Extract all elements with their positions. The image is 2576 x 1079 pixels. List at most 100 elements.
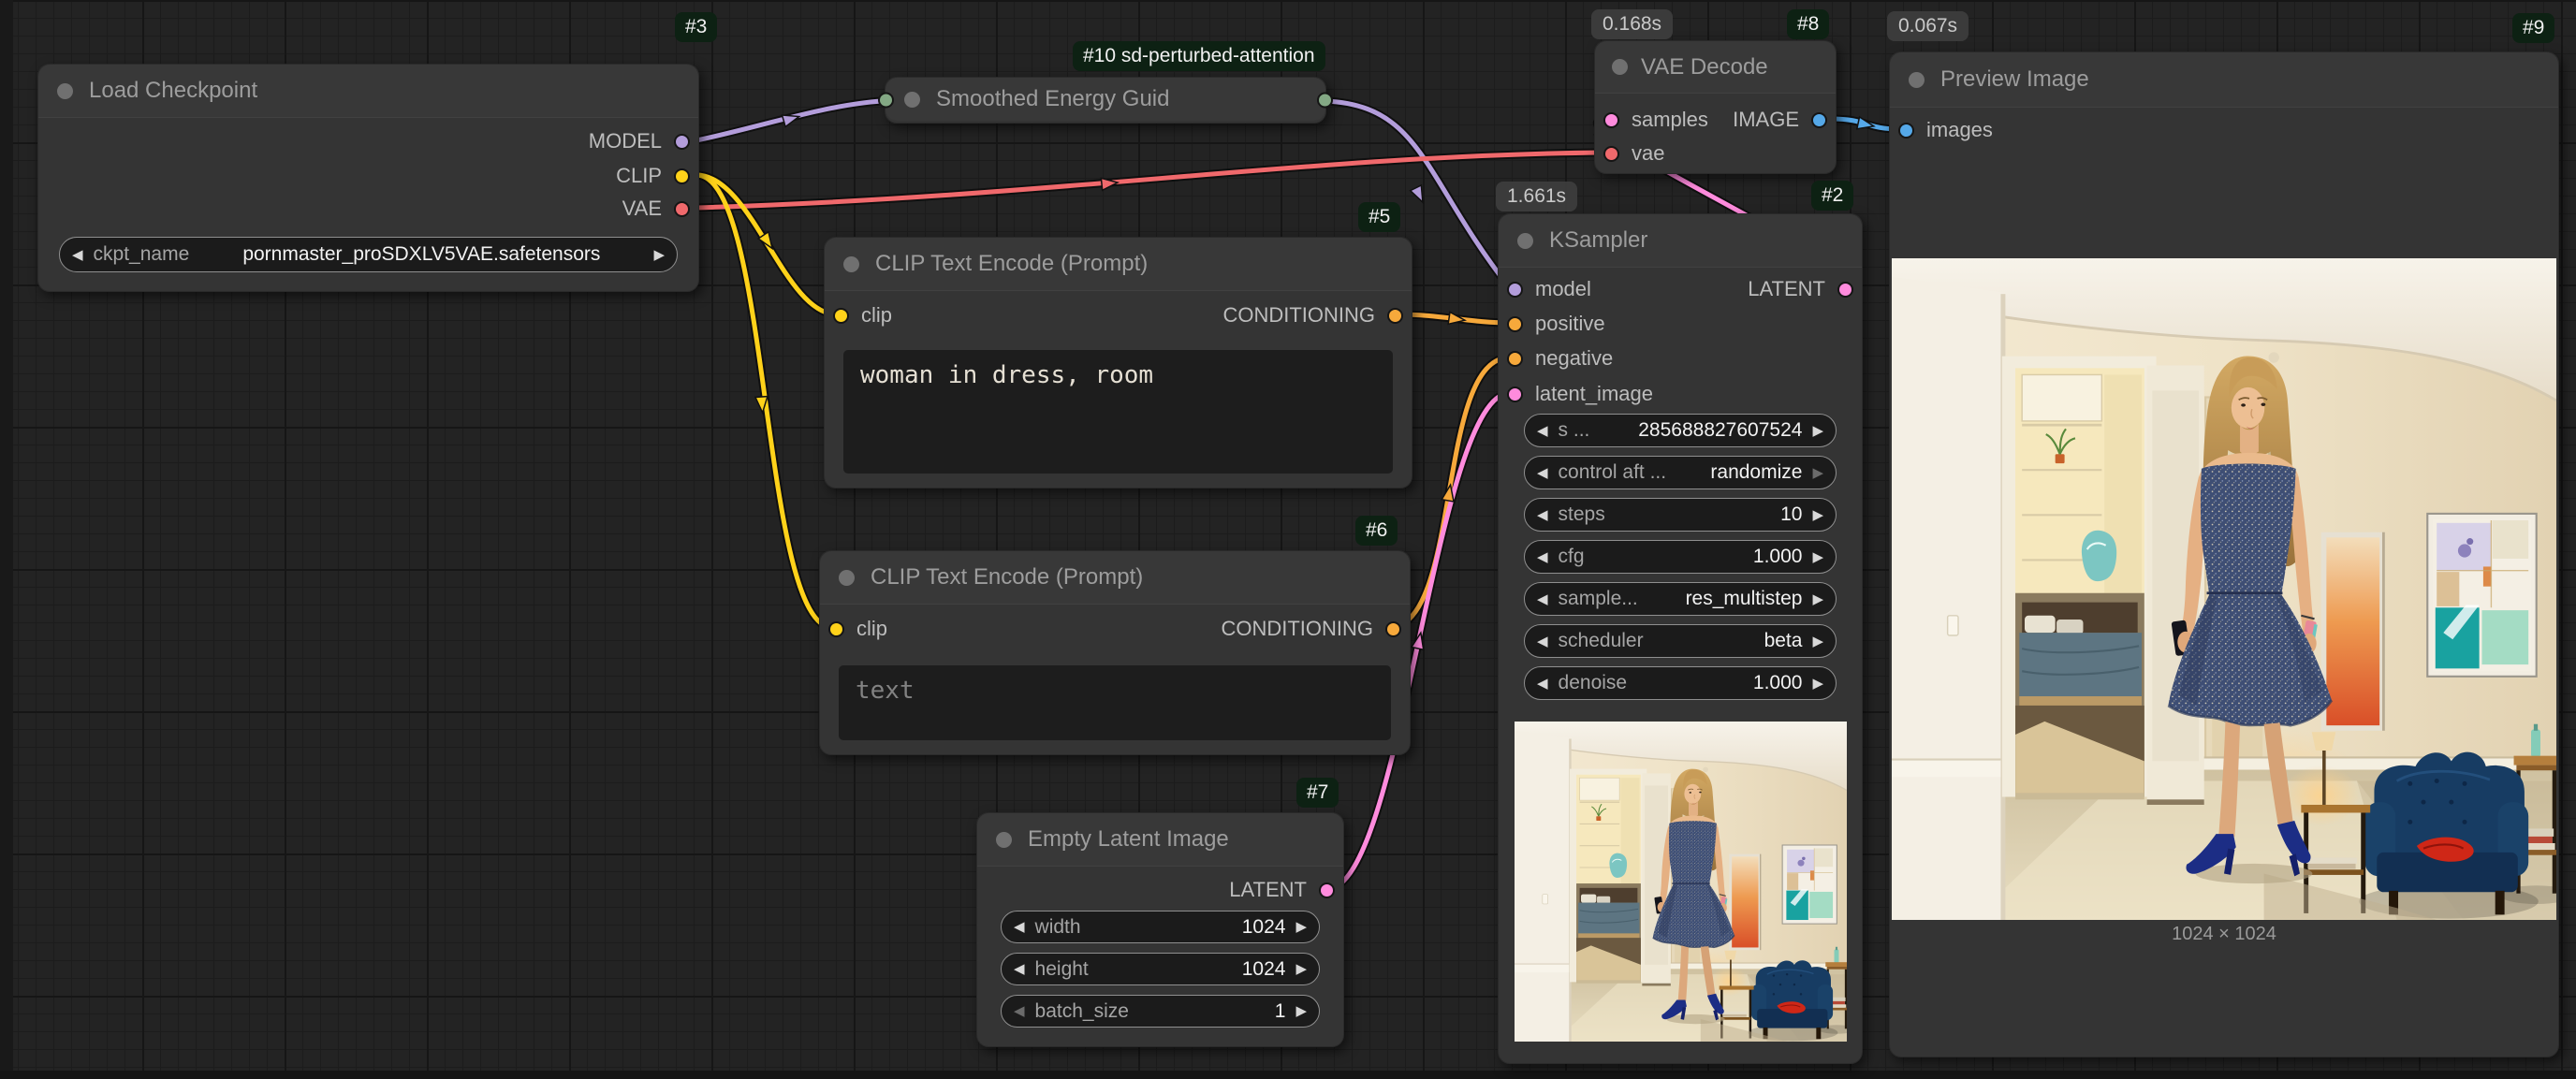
increment-icon[interactable]: ▶ bbox=[1295, 962, 1307, 976]
decrement-icon[interactable]: ◀ bbox=[1537, 508, 1548, 522]
prompt-textarea[interactable]: woman in dress, room bbox=[843, 350, 1393, 474]
collapse-dot-icon[interactable] bbox=[843, 256, 859, 272]
control-after-generate-widget[interactable]: ◀ control aft ... randomize ▶ bbox=[1524, 456, 1837, 489]
width-widget[interactable]: ◀ width 1024 ▶ bbox=[1001, 911, 1320, 943]
ckpt-name-widget[interactable]: ◀ ckpt_name pornmaster_proSDXLV5VAE.safe… bbox=[59, 237, 678, 272]
node-header[interactable]: Load Checkpoint bbox=[38, 65, 698, 118]
clip-port-icon[interactable] bbox=[674, 168, 690, 184]
clip-port-icon[interactable] bbox=[833, 308, 849, 324]
decrement-icon[interactable]: ◀ bbox=[1537, 677, 1548, 691]
collapse-dot-icon[interactable] bbox=[996, 832, 1012, 848]
increment-icon[interactable]: ▶ bbox=[1812, 550, 1823, 564]
decrement-icon[interactable]: ◀ bbox=[1014, 1004, 1025, 1018]
collapsed-input-port-icon[interactable] bbox=[878, 93, 894, 109]
node-load-checkpoint[interactable]: Load Checkpoint MODEL CLIP VAE ◀ ckpt_na… bbox=[37, 64, 699, 292]
input-port-clip[interactable]: clip bbox=[833, 303, 892, 328]
conditioning-port-icon[interactable] bbox=[1507, 316, 1523, 332]
ksampler-preview-image[interactable] bbox=[1515, 722, 1847, 1042]
input-port-model[interactable]: model bbox=[1507, 277, 1591, 301]
output-port-conditioning[interactable]: CONDITIONING bbox=[1222, 303, 1403, 328]
model-port-icon[interactable] bbox=[674, 134, 690, 150]
image-port-icon[interactable] bbox=[1898, 123, 1914, 139]
input-port-negative[interactable]: negative bbox=[1507, 346, 1613, 371]
image-port-icon[interactable] bbox=[1811, 112, 1827, 128]
input-port-vae[interactable]: vae bbox=[1603, 141, 1664, 166]
input-port-samples[interactable]: samples bbox=[1603, 108, 1708, 132]
input-port-latent-image[interactable]: latent_image bbox=[1507, 382, 1653, 406]
input-port-images[interactable]: images bbox=[1898, 118, 1993, 142]
next-value-icon[interactable]: ▶ bbox=[1812, 592, 1823, 606]
height-widget[interactable]: ◀ height 1024 ▶ bbox=[1001, 953, 1320, 985]
collapse-dot-icon[interactable] bbox=[1909, 72, 1925, 88]
conditioning-port-icon[interactable] bbox=[1387, 308, 1403, 324]
clip-port-icon[interactable] bbox=[828, 621, 844, 637]
graph-canvas[interactable]: #3 #10 sd-perturbed-attention #5 #6 #7 #… bbox=[0, 0, 2576, 1079]
increment-icon[interactable]: ▶ bbox=[1812, 508, 1823, 522]
scheduler-widget[interactable]: ◀ scheduler beta ▶ bbox=[1524, 624, 1837, 658]
model-port-icon[interactable] bbox=[1507, 282, 1523, 298]
collapse-dot-icon[interactable] bbox=[1517, 233, 1533, 249]
node-clip-text-encode-positive[interactable]: CLIP Text Encode (Prompt) clip CONDITION… bbox=[824, 237, 1412, 488]
latent-port-icon[interactable] bbox=[1319, 882, 1335, 898]
batch-size-widget[interactable]: ◀ batch_size 1 ▶ bbox=[1001, 995, 1320, 1028]
output-port-latent[interactable]: LATENT bbox=[1229, 878, 1335, 902]
latent-port-icon[interactable] bbox=[1603, 112, 1619, 128]
node-header[interactable]: CLIP Text Encode (Prompt) bbox=[820, 551, 1410, 605]
sampler-name-widget[interactable]: ◀ sample... res_multistep ▶ bbox=[1524, 582, 1837, 616]
node-header[interactable]: CLIP Text Encode (Prompt) bbox=[825, 238, 1412, 291]
conditioning-port-icon[interactable] bbox=[1385, 621, 1401, 637]
next-value-icon[interactable]: ▶ bbox=[1812, 466, 1823, 480]
node-clip-text-encode-negative[interactable]: CLIP Text Encode (Prompt) clip CONDITION… bbox=[819, 550, 1411, 755]
node-preview-image[interactable]: Preview Image images 1024 × 1024 bbox=[1889, 51, 2559, 1057]
collapse-dot-icon[interactable] bbox=[1612, 59, 1628, 75]
output-port-clip[interactable]: CLIP bbox=[616, 164, 690, 188]
collapse-dot-icon[interactable] bbox=[839, 570, 855, 586]
next-value-icon[interactable]: ▶ bbox=[653, 248, 665, 262]
output-port-latent[interactable]: LATENT bbox=[1748, 277, 1853, 301]
preview-output-image[interactable] bbox=[1892, 258, 2556, 920]
node-header[interactable]: VAE Decode bbox=[1595, 41, 1836, 94]
cfg-widget[interactable]: ◀ cfg 1.000 ▶ bbox=[1524, 540, 1837, 574]
increment-icon[interactable]: ▶ bbox=[1812, 677, 1823, 691]
node-header[interactable]: KSampler bbox=[1499, 214, 1862, 268]
input-port-clip[interactable]: clip bbox=[828, 617, 887, 641]
input-port-positive[interactable]: positive bbox=[1507, 312, 1605, 336]
prev-value-icon[interactable]: ◀ bbox=[72, 248, 83, 262]
output-port-image[interactable]: IMAGE bbox=[1733, 108, 1827, 132]
vae-port-icon[interactable] bbox=[1603, 146, 1619, 162]
prev-value-icon[interactable]: ◀ bbox=[1537, 634, 1548, 649]
node-header[interactable]: Smoothed Energy Guid bbox=[886, 78, 1325, 121]
output-port-vae[interactable]: VAE bbox=[622, 197, 690, 221]
conditioning-port-icon[interactable] bbox=[1507, 351, 1523, 367]
prev-value-icon[interactable]: ◀ bbox=[1537, 466, 1548, 480]
steps-widget[interactable]: ◀ steps 10 ▶ bbox=[1524, 498, 1837, 532]
increment-icon[interactable]: ▶ bbox=[1812, 424, 1823, 438]
collapsed-output-port-icon[interactable] bbox=[1317, 93, 1333, 109]
node-ksampler[interactable]: KSampler model positive negative latent_… bbox=[1498, 213, 1863, 1064]
node-header[interactable]: Empty Latent Image bbox=[977, 813, 1343, 867]
denoise-widget[interactable]: ◀ denoise 1.000 ▶ bbox=[1524, 666, 1837, 700]
vae-port-icon[interactable] bbox=[674, 201, 690, 217]
output-port-model[interactable]: MODEL bbox=[589, 129, 690, 153]
collapse-dot-icon[interactable] bbox=[57, 83, 73, 99]
decrement-icon[interactable]: ◀ bbox=[1014, 962, 1025, 976]
latent-port-icon[interactable] bbox=[1837, 282, 1853, 298]
node-id-badge-load-checkpoint: #3 bbox=[675, 12, 717, 42]
decrement-icon[interactable]: ◀ bbox=[1537, 550, 1548, 564]
node-header[interactable]: Preview Image bbox=[1890, 52, 2558, 108]
node-vae-decode[interactable]: VAE Decode samples vae IMAGE bbox=[1594, 40, 1837, 174]
prompt-textarea[interactable]: text bbox=[839, 665, 1391, 740]
node-id-badge-clip-positive: #5 bbox=[1358, 202, 1400, 232]
prev-value-icon[interactable]: ◀ bbox=[1537, 592, 1548, 606]
next-value-icon[interactable]: ▶ bbox=[1812, 634, 1823, 649]
increment-icon[interactable]: ▶ bbox=[1295, 920, 1307, 934]
latent-port-icon[interactable] bbox=[1507, 386, 1523, 402]
decrement-icon[interactable]: ◀ bbox=[1014, 920, 1025, 934]
node-empty-latent-image[interactable]: Empty Latent Image LATENT ◀ width 1024 ▶… bbox=[976, 812, 1344, 1047]
output-port-conditioning[interactable]: CONDITIONING bbox=[1221, 617, 1401, 641]
increment-icon[interactable]: ▶ bbox=[1295, 1004, 1307, 1018]
collapse-dot-icon[interactable] bbox=[904, 92, 920, 108]
seed-widget[interactable]: ◀ s ... 285688827607524 ▶ bbox=[1524, 414, 1837, 447]
decrement-icon[interactable]: ◀ bbox=[1537, 424, 1548, 438]
node-smoothed-energy-guid[interactable]: Smoothed Energy Guid bbox=[885, 77, 1326, 124]
